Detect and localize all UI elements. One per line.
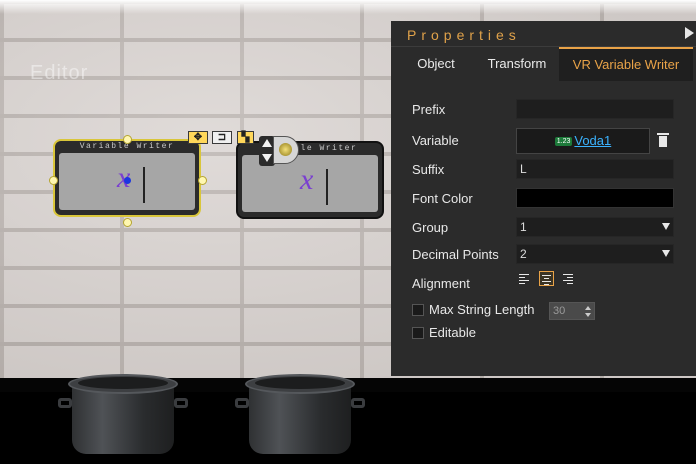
number-type-icon: 1.23 xyxy=(554,136,573,146)
top-edge xyxy=(0,0,696,14)
collapse-arrow-icon[interactable] xyxy=(685,27,694,39)
pot-left[interactable] xyxy=(58,374,188,454)
move-tool-icon[interactable]: ✥ xyxy=(188,131,208,144)
editable-label: Editable xyxy=(429,325,476,340)
resize-handle-top[interactable] xyxy=(123,135,132,144)
max-string-length-input[interactable]: 30 xyxy=(549,302,595,320)
decimal-points-value: 2 xyxy=(520,247,527,261)
background-label: Editor xyxy=(30,62,89,84)
panel-title: Properties xyxy=(407,27,521,43)
max-string-length-value: 30 xyxy=(553,305,566,317)
variable-symbol: x xyxy=(300,163,314,196)
tab-bar: Object Transform VR Variable Writer xyxy=(391,47,696,81)
chevron-down-icon xyxy=(662,250,670,257)
max-string-length-label: Max String Length xyxy=(429,302,535,317)
decimal-points-label: Decimal Points xyxy=(412,247,499,262)
font-color-label: Font Color xyxy=(412,191,473,206)
properties-panel: Properties Object Transform VR Variable … xyxy=(391,21,696,376)
tab-object[interactable]: Object xyxy=(401,47,471,81)
chevron-down-icon xyxy=(662,223,670,230)
copy-tool-icon[interactable]: ▚ xyxy=(237,131,254,144)
group-label: Group xyxy=(412,220,449,235)
prefix-label: Prefix xyxy=(412,102,446,117)
variable-label: Variable xyxy=(412,133,459,148)
group-value: 1 xyxy=(520,220,527,234)
tab-transform[interactable]: Transform xyxy=(479,47,555,81)
editable-checkbox[interactable] xyxy=(412,327,424,339)
spin-up-icon[interactable] xyxy=(585,306,591,310)
text-cursor xyxy=(143,167,145,203)
resize-handle-left[interactable] xyxy=(49,176,58,185)
font-color-swatch[interactable] xyxy=(516,188,674,208)
spin-down-icon[interactable] xyxy=(585,313,591,317)
pivot-point[interactable] xyxy=(124,177,131,184)
align-center-icon[interactable] xyxy=(539,271,554,286)
align-right-icon[interactable] xyxy=(561,271,576,286)
variable-link[interactable]: Voda1 xyxy=(574,133,611,148)
group-select[interactable]: 1 xyxy=(516,217,674,237)
pot-right[interactable] xyxy=(235,374,365,454)
text-cursor xyxy=(326,169,328,205)
prefix-input[interactable] xyxy=(516,99,674,119)
suffix-input[interactable]: L xyxy=(516,159,674,179)
alignment-label: Alignment xyxy=(412,276,470,291)
trash-icon[interactable] xyxy=(657,133,669,147)
max-string-length-checkbox[interactable] xyxy=(412,304,424,316)
decimal-points-select[interactable]: 2 xyxy=(516,244,674,264)
variable-selector[interactable]: 1.23 Voda1 xyxy=(516,128,650,154)
tab-vr-variable-writer[interactable]: VR Variable Writer xyxy=(559,47,693,81)
resize-handle-bottom[interactable] xyxy=(123,218,132,227)
snap-tool-icon[interactable]: ⊐ xyxy=(212,131,232,144)
resize-handle-right[interactable] xyxy=(198,176,207,185)
suffix-label: Suffix xyxy=(412,162,445,177)
align-left-icon[interactable] xyxy=(517,271,532,286)
